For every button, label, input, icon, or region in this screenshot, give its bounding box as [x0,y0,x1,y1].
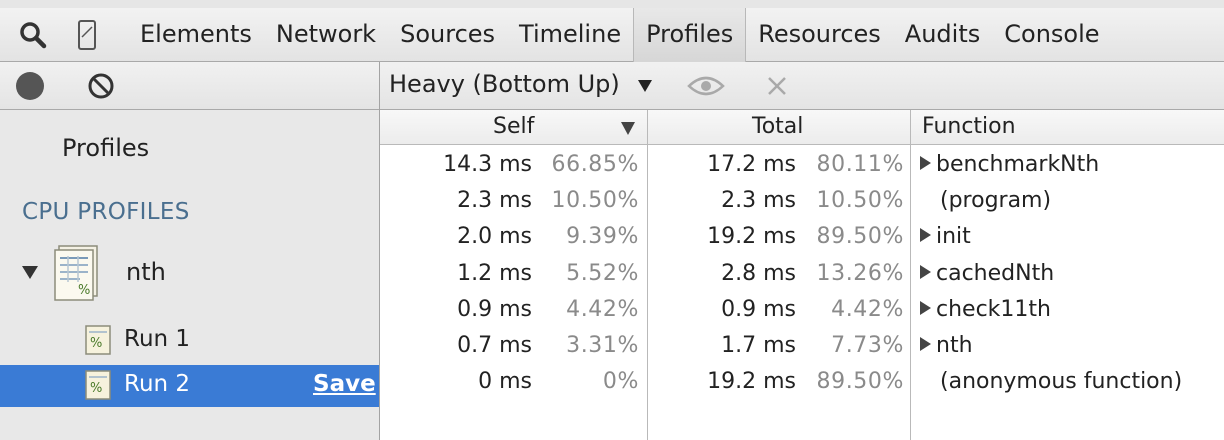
profile-group-nth[interactable]: % nth [0,244,379,304]
total-time-cell: 1.7 ms [721,333,796,358]
table-row[interactable]: 0.9 ms 4.42% 0.9 ms 4.42% check11th [380,293,1224,329]
total-time-cell: 2.3 ms [721,188,796,214]
tab-audits[interactable]: Audits [893,8,992,62]
self-time-cell: 14.3 ms [443,152,532,177]
function-name: check11th [936,296,1051,322]
sidebar-toolbar [0,62,379,110]
self-time-cell: 1.2 ms [457,260,532,286]
table-row[interactable]: 14.3 ms 66.85% 17.2 ms 80.11% benchmarkNth [380,148,1224,184]
total-percent-cell: 89.50% [816,224,904,250]
tab-resources[interactable]: Resources [746,8,893,62]
self-percent-cell: 9.39% [566,224,639,250]
table-row[interactable]: 2.0 ms 9.39% 19.2 ms 89.50% init [380,220,1224,256]
profile-run-label: Run 2 [124,371,191,397]
profile-run-1[interactable]: % Run 1 [0,320,379,362]
tab-timeline[interactable]: Timeline [507,8,633,62]
function-name: benchmarkNth [936,152,1100,177]
total-percent-cell: 13.26% [816,260,904,286]
tab-profiles[interactable]: Profiles [633,8,747,62]
self-time-cell: 2.3 ms [457,188,532,214]
tab-sources[interactable]: Sources [388,8,507,62]
record-icon[interactable] [16,72,44,100]
cpu-profiles-section-title: CPU PROFILES [22,199,190,225]
profile-run-icon: % [84,370,112,400]
expand-arrow-icon[interactable] [920,264,931,279]
expand-arrow-icon[interactable] [920,337,931,351]
view-mode-select[interactable]: Heavy (Bottom Up) [389,70,620,98]
total-time-cell: 2.8 ms [721,260,796,286]
total-time-cell: 17.2 ms [707,152,796,177]
self-percent-cell: 66.85% [551,152,639,177]
table-row[interactable]: 0.7 ms 3.31% 1.7 ms 7.73% nth [380,329,1224,365]
total-percent-cell: 4.42% [831,296,904,322]
svg-text:%: % [78,283,90,298]
total-percent-cell: 10.50% [816,188,904,214]
save-link[interactable]: Save [313,371,376,397]
self-time-cell: 0 ms [478,369,532,395]
self-percent-cell: 4.42% [566,296,639,322]
self-percent-cell: 10.50% [551,188,639,214]
tab-strip: Elements Network Sources Timeline Profil… [128,8,1112,62]
profile-data-grid: Self Total Function 14.3 ms 66.85% 17.2 ms… [380,110,1224,440]
function-name: nth [936,333,973,358]
column-header-self[interactable]: Self [493,114,534,139]
total-time-cell: 0.9 ms [721,296,796,322]
function-name: (program) [940,188,1052,214]
profile-view-toolbar: Heavy (Bottom Up) [380,62,1224,110]
table-row[interactable]: 2.3 ms 10.50% 2.3 ms 10.50% (program) [380,184,1224,220]
function-name-cell[interactable]: cachedNth [920,261,1054,286]
self-percent-cell: 3.31% [566,333,639,358]
profile-run-icon: % [84,325,112,355]
svg-text:%: % [90,336,102,351]
total-time-cell: 19.2 ms [707,224,796,250]
profiles-heading: Profiles [62,134,150,162]
chevron-down-icon[interactable] [638,80,652,92]
total-percent-cell: 89.50% [816,369,904,395]
function-name-cell[interactable]: (anonymous function) [920,369,1182,394]
function-name: init [936,224,971,250]
table-row[interactable]: 0 ms 0% 19.2 ms 89.50% (anonymous function) [380,365,1224,401]
expand-arrow-icon[interactable] [920,300,931,315]
expand-arrow-icon[interactable] [920,156,931,170]
close-icon[interactable] [764,73,790,99]
profile-group-icon: % [52,244,102,302]
tab-console[interactable]: Console [992,8,1111,62]
device-mode-icon[interactable] [70,18,104,52]
eye-icon[interactable] [686,72,726,100]
table-row[interactable]: 1.2 ms 5.52% 2.8 ms 13.26% cachedNth [380,257,1224,293]
function-name-cell[interactable]: benchmarkNth [920,152,1099,177]
profiles-sidebar: Profiles CPU PROFILES % nth % Run 1 % Ru… [0,62,380,440]
self-time-cell: 2.0 ms [457,224,532,250]
function-name-cell[interactable]: init [920,224,971,249]
profile-run-label: Run 1 [124,326,191,352]
tab-network[interactable]: Network [264,8,388,62]
expand-arrow-icon[interactable] [920,228,931,243]
function-name: cachedNth [936,260,1055,286]
svg-text:%: % [90,381,102,396]
self-percent-cell: 5.52% [566,260,639,286]
tab-elements[interactable]: Elements [128,8,264,62]
total-percent-cell: 80.11% [816,152,904,177]
total-percent-cell: 7.73% [831,333,904,358]
grid-header: Self Total Function [380,110,1224,145]
profile-run-2[interactable]: % Run 2 Save [0,365,379,407]
sort-descending-icon[interactable] [621,122,635,135]
disclosure-triangle-icon[interactable] [22,266,38,279]
search-icon[interactable] [16,18,50,52]
devtools-tab-bar: Elements Network Sources Timeline Profil… [0,0,1224,62]
column-header-function[interactable]: Function [922,114,1016,139]
clear-icon[interactable] [86,71,116,101]
function-name-cell[interactable]: check11th [920,297,1051,322]
column-header-total[interactable]: Total [752,114,803,139]
total-time-cell: 19.2 ms [707,369,796,395]
self-time-cell: 0.9 ms [457,296,532,322]
self-percent-cell: 0% [602,369,639,395]
function-name-cell[interactable]: (program) [920,188,1051,213]
function-name: (anonymous function) [940,369,1183,395]
self-time-cell: 0.7 ms [457,333,532,358]
profile-group-label: nth [126,258,166,286]
function-name-cell[interactable]: nth [920,333,973,358]
